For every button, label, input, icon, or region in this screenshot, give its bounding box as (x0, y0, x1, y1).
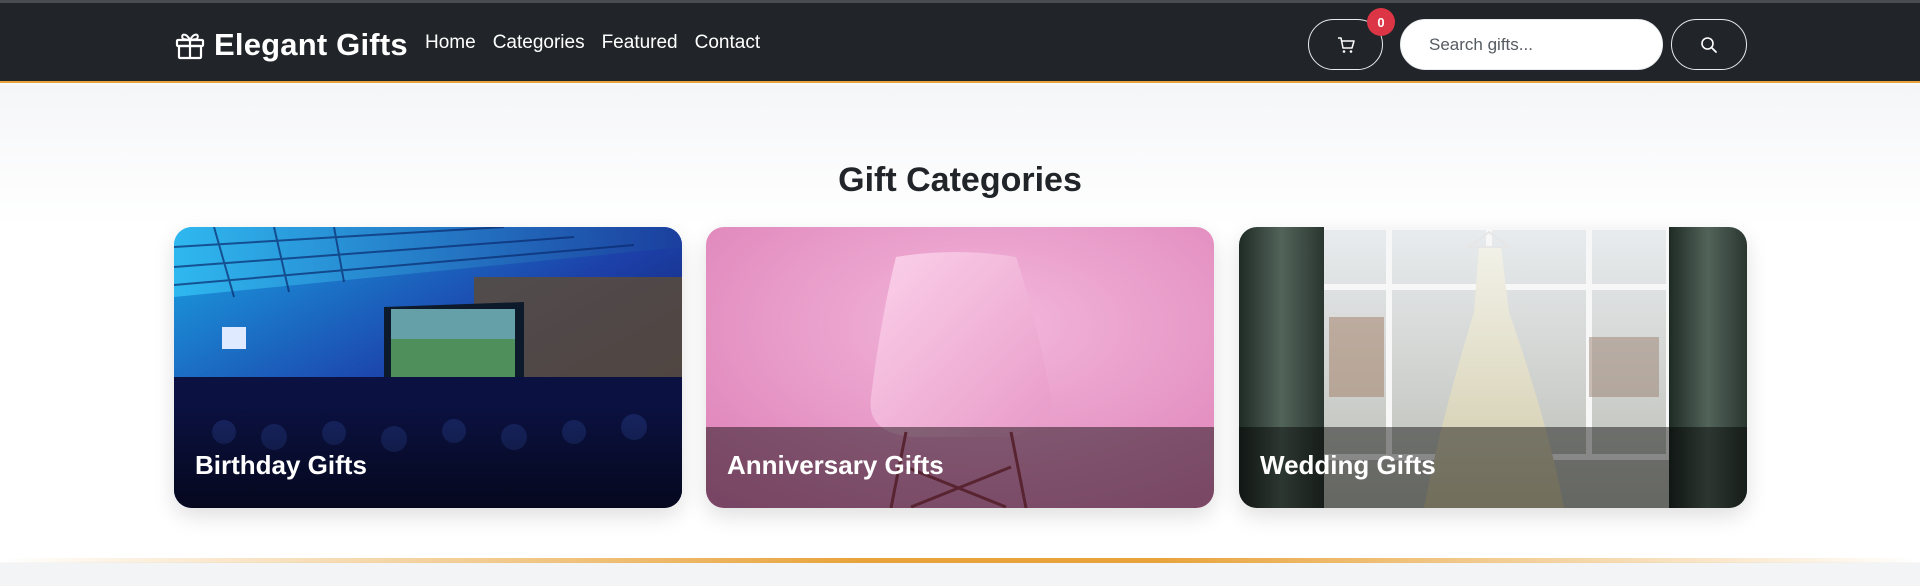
brand-link[interactable]: Elegant Gifts (174, 25, 408, 65)
brand-name: Elegant Gifts (214, 27, 408, 62)
nav-categories[interactable]: Categories (493, 32, 585, 54)
navbar: Elegant Gifts Home Categories Featured C… (0, 0, 1920, 83)
search-button[interactable] (1671, 19, 1747, 70)
card-label: Wedding Gifts (1260, 450, 1436, 480)
category-card-birthday[interactable]: Birthday Gifts (174, 227, 682, 508)
gift-categories-section: Gift Categories Birthday Gifts Anniversa… (0, 85, 1920, 562)
category-card-wedding[interactable]: Wedding Gifts (1239, 227, 1747, 508)
card-label: Anniversary Gifts (727, 450, 944, 480)
nav-links: Home Categories Featured Contact (425, 32, 760, 54)
card-label: Birthday Gifts (195, 450, 367, 480)
nav-contact[interactable]: Contact (695, 32, 760, 54)
search-input[interactable] (1400, 19, 1663, 70)
gift-icon (175, 33, 205, 60)
nav-featured[interactable]: Featured (602, 32, 678, 54)
cart-icon (1337, 36, 1355, 53)
cart-count-badge: 0 (1367, 8, 1395, 36)
nav-home[interactable]: Home (425, 32, 476, 54)
search-icon (1701, 36, 1717, 53)
category-card-anniversary[interactable]: Anniversary Gifts (706, 227, 1214, 508)
footer-strip (0, 563, 1920, 586)
section-title: Gift Categories (838, 161, 1082, 199)
